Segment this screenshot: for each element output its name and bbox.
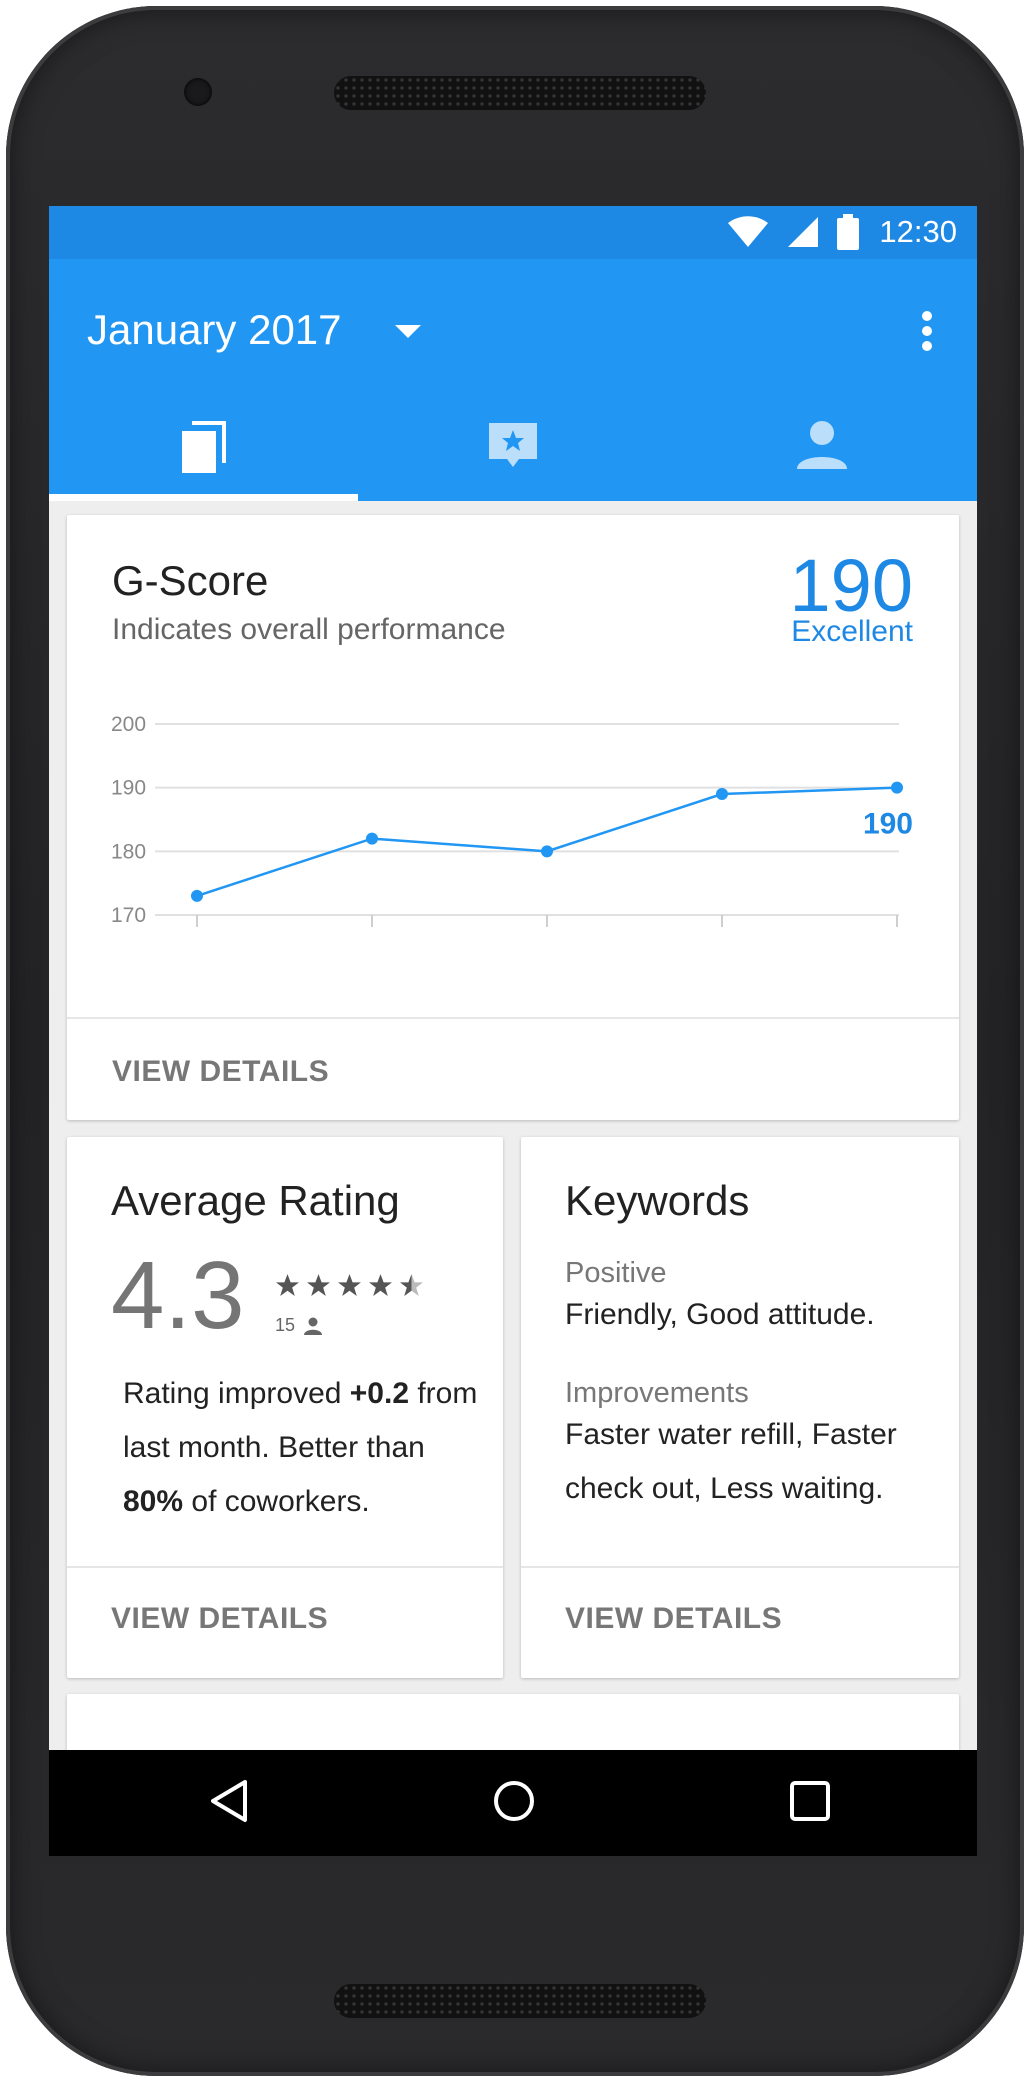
last-value-label: 190 [863,808,913,841]
app-bar: January 2017 [49,259,977,501]
card-divider [67,1566,503,1568]
copy-pages-icon [181,421,226,473]
keywords-view-details-button[interactable]: VIEW DETAILS [565,1602,782,1636]
series-line [196,786,898,898]
keywords-card: Keywords Positive Friendly, Good attitud… [521,1137,959,1678]
tab-featured[interactable] [358,409,667,501]
y-tick-label: 180 [111,840,146,863]
star-icon [307,1274,330,1296]
positive-keywords: Friendly, Good attitude. [565,1298,875,1331]
improvements-label: Improvements [565,1377,749,1409]
rating-improvement: +0.2 [349,1377,410,1410]
gscore-rating-label: Excellent [791,615,913,648]
data-point [366,832,378,845]
rating-count: 15 [275,1315,323,1336]
rating-text-part: Rating improved [123,1377,350,1410]
star-icon [400,1274,423,1296]
gscore-title: G-Score [112,557,269,604]
data-point [191,889,203,902]
y-tick-label: 200 [111,713,146,736]
keywords-title: Keywords [565,1177,750,1224]
rating-view-details-button[interactable]: VIEW DETAILS [111,1602,328,1636]
bottom-speaker [334,1984,706,2018]
average-rating-value: 4.3 [111,1242,245,1349]
rating-text-part: of coworkers. [183,1485,370,1518]
back-icon[interactable] [209,1778,249,1824]
star-badge-icon [488,423,537,467]
battery-icon [837,214,859,250]
gscore-line-chart: 200190180170SepOctNovDecJan190 [111,713,913,927]
person-small-icon [304,1317,323,1335]
more-options-icon[interactable] [921,311,933,351]
signal-icon [788,217,818,247]
star-icon [338,1274,361,1296]
status-time: 12:30 [879,214,957,249]
card-divider [521,1566,959,1568]
star-rating [275,1273,424,1297]
average-rating-card: Average Rating 4.3 15 Rating improved +0… [67,1137,503,1678]
month-title[interactable]: January 2017 [87,306,342,354]
improvement-keywords: Faster water refill, Faster check out, L… [565,1418,897,1505]
average-rating-title: Average Rating [111,1177,400,1224]
person-icon [796,421,847,469]
tab-profile[interactable] [667,409,976,501]
gscore-card: G-Score Indicates overall performance 19… [67,515,959,1120]
data-point [891,781,903,794]
wifi-icon [728,216,768,247]
front-camera [184,78,212,106]
card-divider [67,1017,959,1019]
rating-percentile: 80% [123,1485,184,1518]
active-tab-indicator [49,494,358,501]
rating-summary: Rating improved +0.2 from last month. Be… [123,1367,483,1529]
rating-count-value: 15 [275,1315,296,1335]
star-icon [276,1274,299,1296]
data-point [716,788,728,801]
gscore-view-details-button[interactable]: VIEW DETAILS [112,1055,329,1089]
recent-apps-icon[interactable] [787,1778,833,1824]
navigation-bar [49,1750,977,1856]
tab-overview[interactable] [49,409,358,501]
data-point [541,845,553,858]
dropdown-arrow-icon[interactable] [395,325,421,339]
top-speaker [334,76,706,110]
home-icon[interactable] [491,1778,537,1824]
star-icon [369,1274,392,1296]
positive-label: Positive [565,1257,667,1289]
y-tick-label: 170 [111,904,146,927]
status-bar: 12:30 [49,206,977,259]
screen: 12:30 January 2017 G-Score Indicates ove… [49,206,977,1856]
gscore-subtitle: Indicates overall performance [112,613,506,646]
y-tick-label: 190 [111,777,146,800]
